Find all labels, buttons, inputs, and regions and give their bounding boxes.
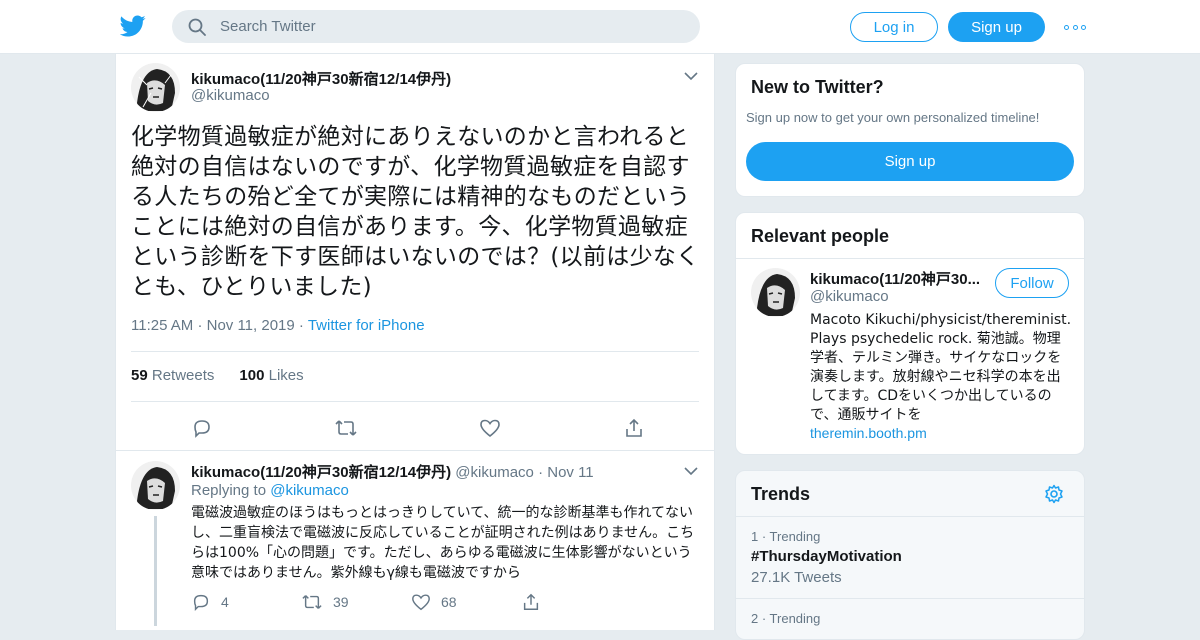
- retweets-stat[interactable]: 59 Retweets: [131, 367, 214, 384]
- search-box[interactable]: [172, 10, 700, 43]
- separator-dot: ·: [298, 317, 308, 334]
- reply-icon: [193, 594, 209, 612]
- replying-label: Replying to: [191, 482, 267, 499]
- likes-count: 100: [239, 367, 265, 384]
- tweet-meta: 11:25 AM · Nov 11, 2019 · Twitter for iP…: [131, 317, 425, 334]
- replying-to: Replying to @kikumaco: [191, 482, 349, 499]
- reply-author-name[interactable]: kikumaco(11/20神戸30新宿12/14伊丹): [191, 464, 451, 481]
- likes-stat[interactable]: 100 Likes: [239, 367, 303, 384]
- tweet-actions: [188, 416, 648, 440]
- like-button[interactable]: 68: [411, 592, 521, 612]
- reply-author-handle[interactable]: @kikumaco: [455, 464, 534, 481]
- retweets-count: 59: [131, 367, 148, 384]
- reply-icon: [194, 420, 210, 438]
- signup-button[interactable]: Sign up: [948, 12, 1045, 42]
- relevant-people-card: Relevant people kikumaco(11/20神戸30... @k…: [735, 212, 1085, 455]
- retweet-icon: [302, 595, 322, 609]
- chevron-down-icon[interactable]: [684, 71, 698, 81]
- like-count: 68: [441, 594, 457, 610]
- gear-icon[interactable]: [1044, 484, 1064, 504]
- divider: [736, 516, 1084, 517]
- reply-button[interactable]: [188, 416, 216, 440]
- tweet-text: 化学物質過敏症が絶対にありえないのかと言われると絶対の自信はないのですが、化学物…: [131, 124, 700, 300]
- card-title: New to Twitter?: [751, 77, 884, 97]
- sidebar-signup-button[interactable]: Sign up: [746, 142, 1074, 181]
- tweet-author-handle[interactable]: @kikumaco: [191, 87, 270, 104]
- login-button[interactable]: Log in: [850, 12, 938, 42]
- search-icon: [188, 18, 206, 36]
- reply-button[interactable]: 4: [191, 592, 301, 612]
- twitter-bird-logo[interactable]: [120, 13, 146, 39]
- retweet-count: 39: [333, 594, 349, 610]
- heart-icon: [480, 419, 500, 438]
- reply-text: 電磁波過敏症のほうはもっとはっきりしていて、統一的な診断基準も作れてないし、二重…: [191, 505, 695, 581]
- divider: [131, 401, 699, 402]
- reply-count: 4: [221, 594, 229, 610]
- card-title: Trends: [751, 484, 811, 504]
- person-bio-link[interactable]: theremin.booth.pm: [810, 425, 927, 441]
- retweets-label: Retweets: [151, 367, 215, 384]
- tweet-stats: 59 Retweets 100 Likes: [131, 367, 304, 384]
- person-bio: Macoto Kikuchi/physicist/thereminist. Pl…: [810, 312, 1072, 423]
- reply-actions: 4 39 68: [191, 592, 631, 612]
- separator-dot: ·: [197, 317, 207, 334]
- thread-line: [154, 516, 157, 626]
- person-name[interactable]: kikumaco(11/20神戸30...: [810, 268, 980, 289]
- avatar[interactable]: [131, 461, 180, 510]
- replying-to-link[interactable]: @kikumaco: [270, 482, 349, 499]
- share-button[interactable]: [521, 592, 631, 612]
- heart-icon: [412, 594, 430, 611]
- avatar[interactable]: [751, 268, 800, 317]
- like-button[interactable]: [476, 416, 504, 440]
- divider: [116, 450, 714, 451]
- divider: [736, 258, 1084, 259]
- tweet-date[interactable]: Nov 11, 2019: [207, 317, 295, 334]
- divider: [736, 598, 1084, 599]
- retweet-button[interactable]: [332, 416, 360, 440]
- trend-tweet-count: 27.1K Tweets: [751, 569, 842, 586]
- divider: [131, 351, 699, 352]
- search-input[interactable]: [220, 18, 660, 35]
- trend-rank: 1 · Trending: [751, 529, 821, 544]
- reply-header: kikumaco(11/20神戸30新宿12/14伊丹) @kikumaco ·…: [191, 461, 594, 482]
- share-icon: [626, 418, 642, 437]
- chevron-down-icon[interactable]: [684, 466, 698, 476]
- likes-label: Likes: [268, 367, 304, 384]
- trend-rank: 2 · Trending: [751, 611, 821, 626]
- trend-hashtag[interactable]: #ThursdayMotivation: [751, 548, 902, 565]
- avatar[interactable]: [131, 63, 180, 112]
- retweet-icon: [335, 420, 357, 436]
- follow-button[interactable]: Follow: [995, 268, 1069, 298]
- top-navigation-bar: Log in Sign up: [0, 0, 1200, 54]
- tweet-column: kikumaco(11/20神戸30新宿12/14伊丹) @kikumaco 化…: [115, 54, 715, 630]
- share-icon: [523, 593, 539, 610]
- trends-card: Trends 1 · Trending #ThursdayMotivation …: [735, 470, 1085, 640]
- more-options-icon[interactable]: [1064, 18, 1086, 36]
- share-button[interactable]: [620, 416, 648, 440]
- new-to-twitter-card: New to Twitter? Sign up now to get your …: [735, 63, 1085, 197]
- card-subtitle: Sign up now to get your own personalized…: [746, 110, 1040, 125]
- tweet-author-name[interactable]: kikumaco(11/20神戸30新宿12/14伊丹): [191, 68, 451, 89]
- retweet-button[interactable]: 39: [301, 592, 411, 612]
- tweet-time[interactable]: 11:25 AM: [131, 317, 193, 334]
- person-handle[interactable]: @kikumaco: [810, 288, 889, 305]
- card-title: Relevant people: [751, 226, 890, 246]
- separator-dot: ·: [538, 464, 548, 481]
- tweet-source-link[interactable]: Twitter for iPhone: [308, 317, 425, 334]
- reply-date[interactable]: Nov 11: [547, 464, 593, 481]
